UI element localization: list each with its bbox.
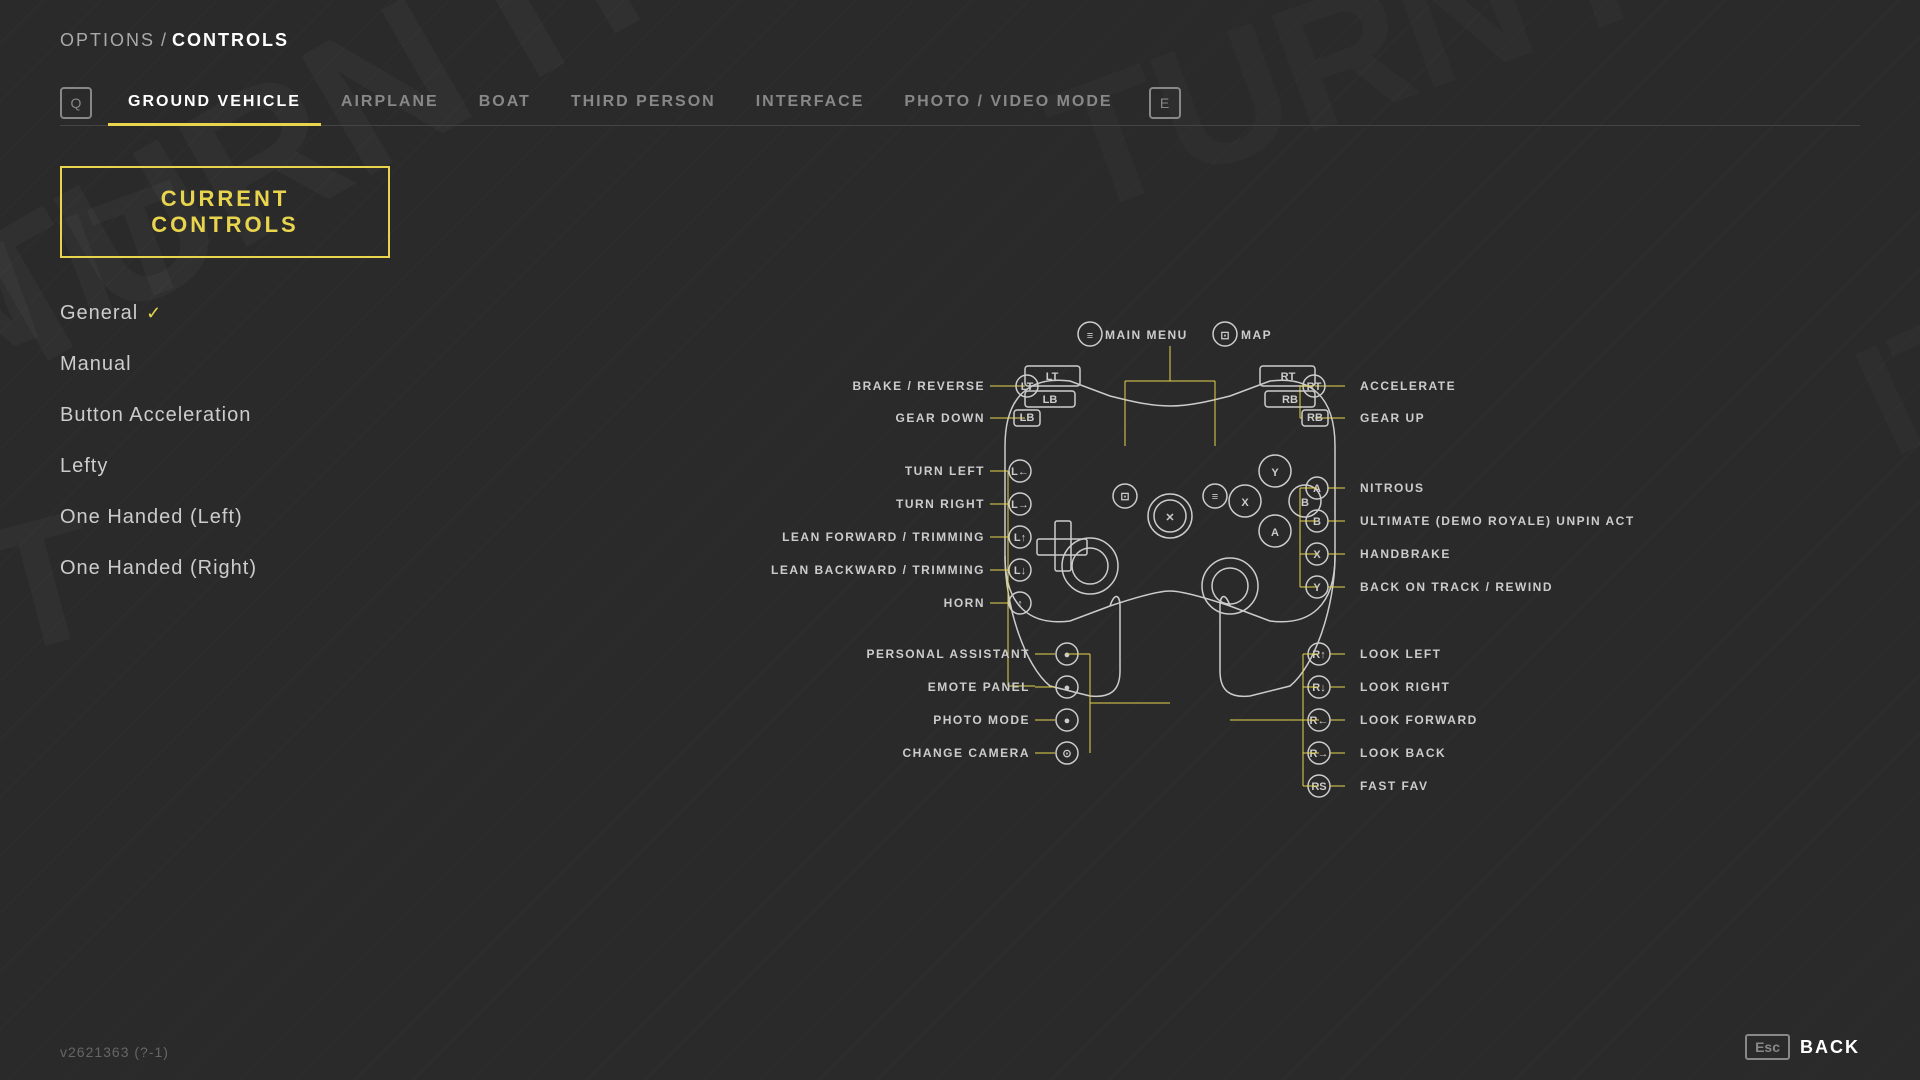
svg-text:LEAN FORWARD / TRIMMING: LEAN FORWARD / TRIMMING [782,530,985,544]
svg-text:R←: R← [1310,715,1329,727]
svg-text:RB: RB [1307,412,1323,424]
sidebar-item-manual-label: Manual [60,353,132,376]
svg-text:RS: RS [1311,781,1326,793]
svg-text:EMOTE PANEL: EMOTE PANEL [928,680,1030,694]
svg-text:LB: LB [1043,394,1058,406]
svg-text:PHOTO MODE: PHOTO MODE [933,713,1030,727]
sidebar-item-one-handed-left-label: One Handed (Left) [60,506,243,529]
svg-text:≡: ≡ [1212,491,1218,503]
tabs-container: Q GROUND VEHICLE AIRPLANE BOAT THIRD PER… [60,81,1860,126]
controller-diagram: .ctrl-text { font-family: Arial, sans-se… [695,186,1645,806]
tab-interface[interactable]: INTERFACE [736,81,885,126]
svg-text:Y: Y [1313,582,1321,594]
svg-text:BACK ON TRACK / REWIND: BACK ON TRACK / REWIND [1360,580,1553,594]
check-icon: ✓ [146,303,162,324]
svg-text:●: ● [1064,682,1071,694]
svg-text:B: B [1313,516,1321,528]
svg-text:LB: LB [1020,412,1035,424]
svg-text:R→: R→ [1310,748,1329,760]
svg-text:X: X [1241,497,1249,509]
svg-text:A: A [1313,483,1321,495]
svg-text:⊡: ⊡ [1120,491,1129,503]
svg-text:L↓: L↓ [1014,565,1026,577]
svg-text:TURN LEFT: TURN LEFT [905,464,985,478]
svg-text:L→: L→ [1011,499,1029,511]
sidebar-item-general-label: General [60,302,138,325]
sidebar-item-button-acceleration[interactable]: Button Acceleration [60,390,480,441]
svg-text:ACCELERATE: ACCELERATE [1360,379,1456,393]
svg-text:X: X [1313,549,1321,561]
sidebar-item-manual[interactable]: Manual [60,339,480,390]
svg-text:R↑: R↑ [1312,649,1325,661]
svg-text:↑: ↑ [1017,598,1023,610]
breadcrumb-options: OPTIONS [60,30,155,51]
svg-text:⊙: ⊙ [1062,748,1071,760]
svg-text:GEAR DOWN: GEAR DOWN [896,411,986,425]
svg-text:B: B [1301,497,1309,509]
svg-text:✕: ✕ [1165,512,1174,524]
svg-text:LOOK BACK: LOOK BACK [1360,746,1446,760]
sidebar-item-one-handed-right[interactable]: One Handed (Right) [60,543,480,594]
svg-text:≡: ≡ [1087,330,1093,342]
sidebar: CURRENT CONTROLS General ✓ Manual Button… [60,166,480,1026]
svg-text:Y: Y [1271,467,1279,479]
tab-icon-right[interactable]: E [1149,87,1181,119]
sidebar-menu: General ✓ Manual Button Acceleration Lef… [60,288,480,594]
tab-airplane[interactable]: AIRPLANE [321,81,459,126]
tab-icon-left[interactable]: Q [60,87,92,119]
svg-text:TURN RIGHT: TURN RIGHT [896,497,985,511]
svg-text:PERSONAL ASSISTANT: PERSONAL ASSISTANT [867,647,1030,661]
svg-text:RT: RT [1307,381,1322,393]
sidebar-item-one-handed-right-label: One Handed (Right) [60,557,257,580]
tab-photo-video[interactable]: PHOTO / VIDEO MODE [884,81,1132,126]
breadcrumb-separator: / [161,30,166,51]
svg-text:●: ● [1064,649,1071,661]
svg-text:NITROUS: NITROUS [1360,481,1425,495]
svg-text:LEAN BACKWARD / TRIMMING: LEAN BACKWARD / TRIMMING [771,563,985,577]
svg-text:ULTIMATE (DEMO ROYALE) UNPIN: ULTIMATE (DEMO ROYALE) UNPIN ACT [1360,514,1635,528]
svg-text:LOOK LEFT: LOOK LEFT [1360,647,1442,661]
sidebar-item-one-handed-left[interactable]: One Handed (Left) [60,492,480,543]
svg-text:LT: LT [1021,381,1034,393]
svg-text:RB: RB [1282,394,1298,406]
breadcrumb-current: CONTROLS [172,30,289,51]
svg-text:MAIN MENU: MAIN MENU [1105,328,1188,342]
tab-third-person[interactable]: THIRD PERSON [551,81,736,126]
controller-area: .ctrl-text { font-family: Arial, sans-se… [480,166,1860,1026]
breadcrumb: OPTIONS / CONTROLS [60,30,1860,51]
svg-text:HORN: HORN [944,596,985,610]
svg-text:L←: L← [1011,466,1029,478]
svg-text:HANDBRAKE: HANDBRAKE [1360,547,1451,561]
svg-text:LOOK FORWARD: LOOK FORWARD [1360,713,1478,727]
svg-text:GEAR UP: GEAR UP [1360,411,1425,425]
content-area: CURRENT CONTROLS General ✓ Manual Button… [60,166,1860,1026]
svg-text:⊡: ⊡ [1220,330,1229,342]
sidebar-item-button-acceleration-label: Button Acceleration [60,404,251,427]
current-controls-button[interactable]: CURRENT CONTROLS [60,166,390,258]
sidebar-item-lefty-label: Lefty [60,455,108,478]
svg-text:MAP: MAP [1241,328,1272,342]
sidebar-item-lefty[interactable]: Lefty [60,441,480,492]
svg-text:LOOK RIGHT: LOOK RIGHT [1360,680,1450,694]
svg-text:LT: LT [1046,371,1059,383]
tab-ground-vehicle[interactable]: GROUND VEHICLE [108,81,321,126]
svg-text:FAST FAV: FAST FAV [1360,779,1428,793]
svg-text:R↓: R↓ [1312,682,1325,694]
svg-text:CHANGE CAMERA: CHANGE CAMERA [903,746,1031,760]
tab-boat[interactable]: BOAT [459,81,551,126]
svg-text:BRAKE / REVERSE: BRAKE / REVERSE [852,379,985,393]
sidebar-item-general[interactable]: General ✓ [60,288,480,339]
svg-text:●: ● [1064,715,1071,727]
svg-text:A: A [1271,527,1279,539]
svg-text:L↑: L↑ [1014,532,1026,544]
svg-text:RT: RT [1281,371,1296,383]
